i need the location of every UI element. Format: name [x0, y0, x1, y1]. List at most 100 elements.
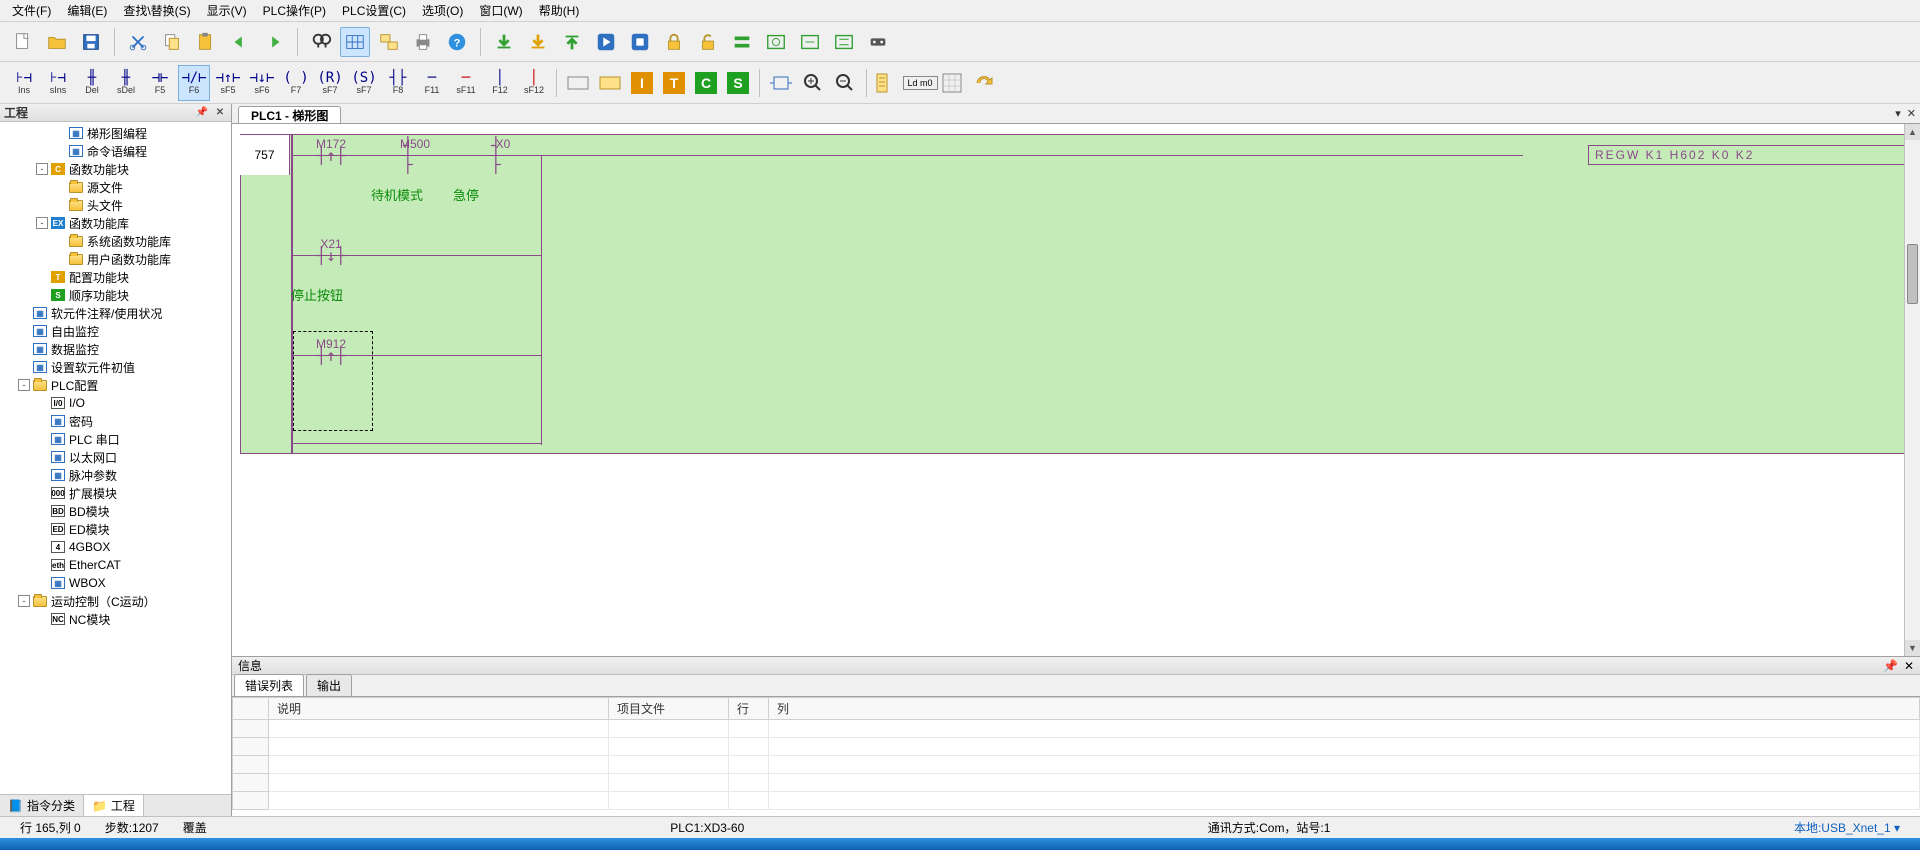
tree-node[interactable]: 源文件: [0, 178, 231, 196]
info-pin-icon[interactable]: 📌: [1883, 659, 1898, 673]
tree-node[interactable]: -运动控制（C运动）: [0, 592, 231, 610]
menu-view[interactable]: 显示(V): [199, 0, 255, 21]
tab-project[interactable]: 📁工程: [84, 795, 144, 816]
tree-node[interactable]: NCNC模块: [0, 610, 231, 628]
inst-f5[interactable]: ⊣⊢F5: [144, 65, 176, 101]
doc-dropdown-icon[interactable]: ▾: [1895, 107, 1901, 120]
vertical-scrollbar[interactable]: ▲ ▼: [1904, 124, 1920, 656]
inst-sf5[interactable]: ⊣↑⊢sF5: [212, 65, 244, 101]
tree-node[interactable]: ▦脉冲参数: [0, 466, 231, 484]
output-instruction[interactable]: REGW K1 H602 K0 K2: [1588, 145, 1908, 165]
panel-pin-icon[interactable]: 📌: [195, 106, 209, 120]
tree-node[interactable]: -PLC配置: [0, 376, 231, 394]
window-button[interactable]: [374, 27, 404, 57]
new-file-button[interactable]: [8, 27, 38, 57]
inst-C[interactable]: C: [691, 68, 721, 98]
paste-button[interactable]: [191, 27, 221, 57]
scroll-up-icon[interactable]: ▲: [1905, 124, 1920, 140]
tree-toggle-icon[interactable]: -: [18, 595, 30, 607]
tree-toggle-icon[interactable]: -: [18, 379, 30, 391]
stop-button[interactable]: [625, 27, 655, 57]
tree-node[interactable]: T配置功能块: [0, 268, 231, 286]
inst-f6[interactable]: ⊣/⊢F6: [178, 65, 210, 101]
copy-button[interactable]: [157, 27, 187, 57]
cut-button[interactable]: [123, 27, 153, 57]
status-local-link[interactable]: 本地:USB_Xnet_1 ▾: [1782, 819, 1912, 836]
inst-grid-button[interactable]: [937, 68, 967, 98]
menu-help[interactable]: 帮助(H): [531, 0, 588, 21]
tree-node[interactable]: ▦软元件注释/使用状况: [0, 304, 231, 322]
inst-f12[interactable]: │F12: [484, 65, 516, 101]
contact-no[interactable]: ┤ ├: [403, 145, 427, 165]
inst-input-button[interactable]: Ld m0: [905, 68, 935, 98]
tree-node[interactable]: I/0I/O: [0, 394, 231, 412]
tree-toggle-icon[interactable]: -: [36, 163, 48, 175]
ladder-editor[interactable]: 757 M172 ┤↑├ M500 ┤ ├ X0 ┤ ├ 待机模式 急停 REG…: [232, 124, 1920, 656]
monitor1-button[interactable]: [761, 27, 791, 57]
download-button[interactable]: [489, 27, 519, 57]
tree-node[interactable]: 用户函数功能库: [0, 250, 231, 268]
error-list-grid[interactable]: 说明 项目文件 行 列: [232, 697, 1920, 816]
tree-node[interactable]: -EX函数功能库: [0, 214, 231, 232]
menu-options[interactable]: 选项(O): [414, 0, 471, 21]
upload-button[interactable]: [557, 27, 587, 57]
contact-no-rising[interactable]: ┤↑├: [319, 145, 343, 165]
tab-output[interactable]: 输出: [306, 674, 352, 696]
compile-button[interactable]: [727, 27, 757, 57]
save-button[interactable]: [76, 27, 106, 57]
col-row[interactable]: 行: [729, 698, 769, 720]
inst-f8[interactable]: ┤├F8: [382, 65, 414, 101]
redo-button[interactable]: [259, 27, 289, 57]
monitor2-button[interactable]: [795, 27, 825, 57]
menu-window[interactable]: 窗口(W): [471, 0, 530, 21]
inst-S[interactable]: S: [723, 68, 753, 98]
zoom-out-button[interactable]: [830, 68, 860, 98]
tree-node[interactable]: EDED模块: [0, 520, 231, 538]
tree-node[interactable]: ▦数据监控: [0, 340, 231, 358]
print-button[interactable]: [408, 27, 438, 57]
inst-block1[interactable]: [563, 68, 593, 98]
unlock-button[interactable]: [693, 27, 723, 57]
inst-f7[interactable]: ( )F7: [280, 65, 312, 101]
menu-plc-op[interactable]: PLC操作(P): [255, 0, 334, 21]
inst-sins[interactable]: ⊦⊣sIns: [42, 65, 74, 101]
menu-search[interactable]: 查找\替换(S): [115, 0, 198, 21]
inst-sf11[interactable]: ─sF11: [450, 65, 482, 101]
help-button[interactable]: ?: [442, 27, 472, 57]
inst-block2[interactable]: [595, 68, 625, 98]
col-file[interactable]: 项目文件: [609, 698, 729, 720]
tree-node[interactable]: ▦以太网口: [0, 448, 231, 466]
run-button[interactable]: [591, 27, 621, 57]
monitor3-button[interactable]: [829, 27, 859, 57]
contact-no[interactable]: ┤ ├: [491, 145, 515, 165]
tree-node[interactable]: S顺序功能块: [0, 286, 231, 304]
col-index[interactable]: [233, 698, 269, 720]
inst-sf12[interactable]: │sF12: [518, 65, 550, 101]
doc-close-icon[interactable]: ✕: [1907, 107, 1916, 120]
inst-ins[interactable]: ⊦⊣Ins: [8, 65, 40, 101]
tree-toggle-icon[interactable]: -: [36, 217, 48, 229]
document-tab-plc1[interactable]: PLC1 - 梯形图: [238, 106, 341, 123]
tree-node[interactable]: 头文件: [0, 196, 231, 214]
tree-node[interactable]: 系统函数功能库: [0, 232, 231, 250]
tree-node[interactable]: ▦密码: [0, 412, 231, 430]
inst-sf7[interactable]: (R)sF7: [314, 65, 346, 101]
tree-node[interactable]: 44GBOX: [0, 538, 231, 556]
inst-sdel[interactable]: ╫sDel: [110, 65, 142, 101]
find-button[interactable]: [306, 27, 336, 57]
tab-instruction-category[interactable]: 📘指令分类: [0, 795, 84, 816]
tree-node[interactable]: 000扩展模块: [0, 484, 231, 502]
project-tree[interactable]: ▦梯形图编程▦命令语编程-C函数功能块源文件头文件-EX函数功能库系统函数功能库…: [0, 122, 231, 794]
inst-list-button[interactable]: [873, 68, 903, 98]
tree-node[interactable]: ▦命令语编程: [0, 142, 231, 160]
ladder-edit-button[interactable]: [340, 27, 370, 57]
scroll-down-icon[interactable]: ▼: [1905, 640, 1920, 656]
inst-T[interactable]: T: [659, 68, 689, 98]
inst-f11[interactable]: ─F11: [416, 65, 448, 101]
tree-node[interactable]: ethEtherCAT: [0, 556, 231, 574]
scrollbar-thumb[interactable]: [1907, 244, 1918, 304]
inst-I1[interactable]: I: [627, 68, 657, 98]
info-close-icon[interactable]: ✕: [1904, 659, 1914, 673]
inst-del[interactable]: ╫Del: [76, 65, 108, 101]
menu-edit[interactable]: 编辑(E): [59, 0, 115, 21]
